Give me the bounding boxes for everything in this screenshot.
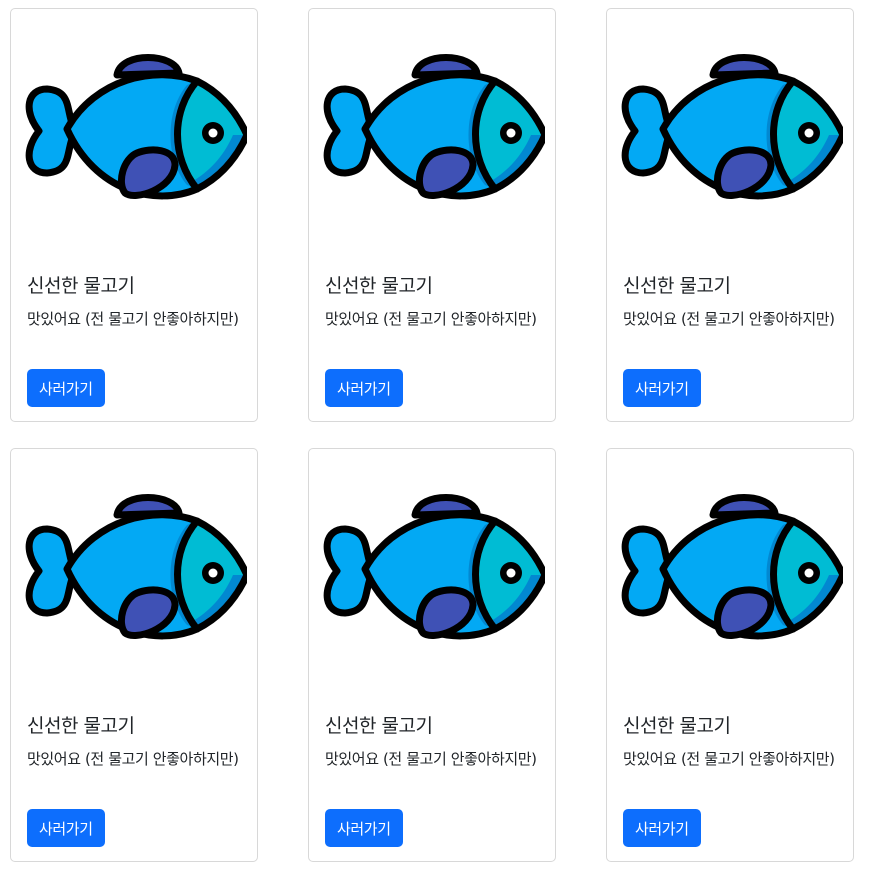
- product-card: 신선한 물고기 맛있어요 (전 물고기 안좋아하지만) 사러가기: [10, 448, 258, 862]
- buy-button[interactable]: 사러가기: [27, 809, 105, 847]
- product-title: 신선한 물고기: [325, 715, 433, 737]
- product-description: 맛있어요 (전 물고기 안좋아하지만): [623, 310, 835, 328]
- buy-button[interactable]: 사러가기: [623, 809, 701, 847]
- product-description: 맛있어요 (전 물고기 안좋아하지만): [27, 750, 239, 768]
- fish-icon: [323, 494, 545, 640]
- product-title: 신선한 물고기: [325, 275, 433, 297]
- product-title: 신선한 물고기: [27, 275, 135, 297]
- product-card: 신선한 물고기 맛있어요 (전 물고기 안좋아하지만) 사러가기: [308, 8, 556, 422]
- product-title: 신선한 물고기: [623, 715, 731, 737]
- product-title: 신선한 물고기: [623, 275, 731, 297]
- product-grid: 신선한 물고기 맛있어요 (전 물고기 안좋아하지만) 사러가기 신선한 물고기…: [0, 0, 869, 873]
- product-description: 맛있어요 (전 물고기 안좋아하지만): [623, 750, 835, 768]
- buy-button[interactable]: 사러가기: [325, 369, 403, 407]
- buy-button[interactable]: 사러가기: [27, 369, 105, 407]
- fish-icon: [621, 494, 843, 640]
- product-description: 맛있어요 (전 물고기 안좋아하지만): [325, 310, 537, 328]
- product-card: 신선한 물고기 맛있어요 (전 물고기 안좋아하지만) 사러가기: [606, 448, 854, 862]
- product-description: 맛있어요 (전 물고기 안좋아하지만): [27, 310, 239, 328]
- product-card: 신선한 물고기 맛있어요 (전 물고기 안좋아하지만) 사러가기: [308, 448, 556, 862]
- product-description: 맛있어요 (전 물고기 안좋아하지만): [325, 750, 537, 768]
- fish-icon: [621, 54, 843, 200]
- buy-button[interactable]: 사러가기: [325, 809, 403, 847]
- fish-icon: [25, 54, 247, 200]
- product-card: 신선한 물고기 맛있어요 (전 물고기 안좋아하지만) 사러가기: [606, 8, 854, 422]
- buy-button[interactable]: 사러가기: [623, 369, 701, 407]
- product-card: 신선한 물고기 맛있어요 (전 물고기 안좋아하지만) 사러가기: [10, 8, 258, 422]
- fish-icon: [25, 494, 247, 640]
- product-title: 신선한 물고기: [27, 715, 135, 737]
- fish-icon: [323, 54, 545, 200]
